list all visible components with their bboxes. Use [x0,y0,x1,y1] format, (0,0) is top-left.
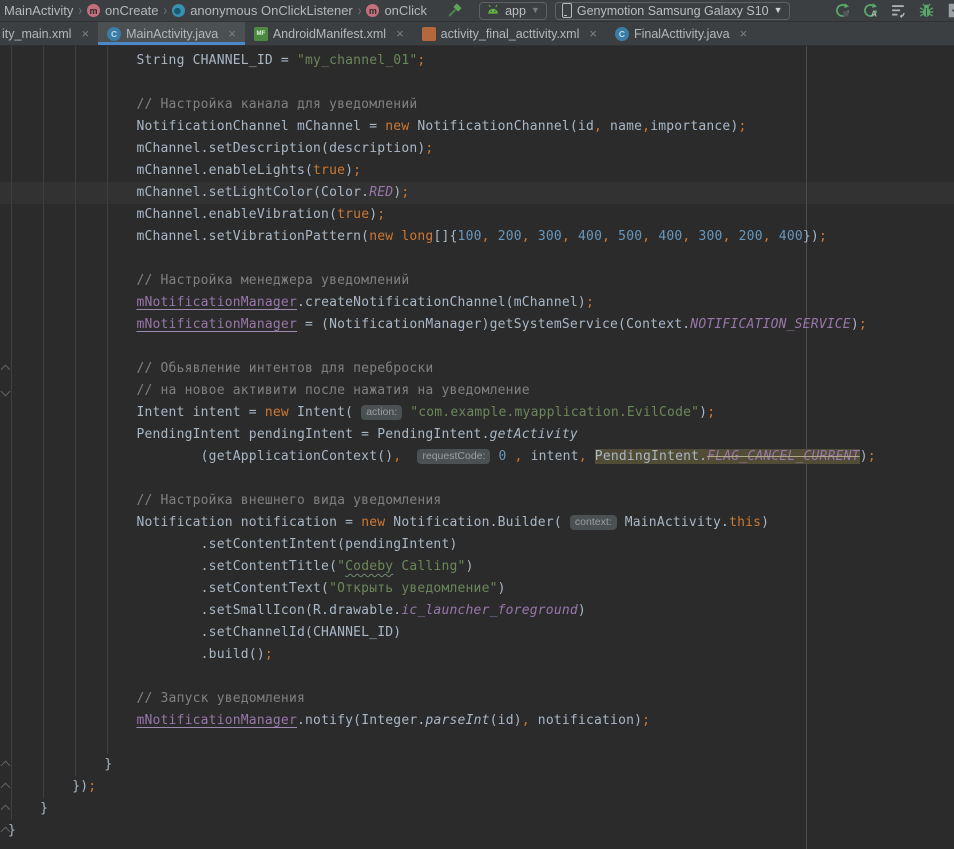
parameter-hint-badge: requestCode: [417,449,490,464]
tab-androidmanifest-xml[interactable]: MF AndroidManifest.xml × [245,22,413,45]
code-line[interactable]: NotificationChannel mChannel = new Notif… [8,116,954,138]
code-line[interactable]: // Настройка канала для уведомлений [8,94,954,116]
main-toolbar: MainActivity › m onCreate › anonymous OnClick… [0,0,954,22]
code-line[interactable] [8,248,954,270]
svg-text:A: A [871,8,877,18]
code-line[interactable]: mNotificationManager.notify(Integer.pars… [8,710,954,732]
tab-mainactivity-java[interactable]: C MainActivity.java × [98,22,245,45]
code-line[interactable] [8,732,954,754]
code-line[interactable]: PendingIntent pendingIntent = PendingInt… [8,424,954,446]
chevron-down-icon: ▼ [531,6,540,15]
breadcrumb-separator: › [78,3,82,19]
code-line[interactable]: } [8,754,954,776]
chevron-down-icon: ▼ [774,6,783,15]
code-line[interactable]: mNotificationManager = (NotificationMana… [8,314,954,336]
code-line[interactable]: String CHANNEL_ID = "my_channel_01"; [8,50,954,72]
module-selector-label: app [505,4,526,18]
editor-tabs: ity_main.xml × C MainActivity.java × MF Androi… [0,22,954,46]
code-line[interactable]: mChannel.setVibrationPattern(new long[]{… [8,226,954,248]
code-line[interactable]: // Запуск уведомления [8,688,954,710]
android-icon [486,3,500,18]
build-hammer-icon[interactable] [445,2,463,20]
close-tab-icon[interactable]: × [81,27,89,40]
breadcrumb-item[interactable]: onCreate [105,3,158,18]
breadcrumb-item[interactable]: MainActivity [4,3,73,18]
run-actions: A [834,2,954,19]
code-line[interactable]: .setContentText("Открыть уведомление") [8,578,954,600]
code-line[interactable]: } [8,798,954,820]
attach-debugger-icon[interactable] [946,2,954,19]
code-line[interactable]: } [8,820,954,842]
parameter-hint-badge: action: [361,405,402,420]
code-line[interactable]: mChannel.setLightColor(Color.RED); [8,182,954,204]
anonymous-class-icon [172,4,185,17]
breadcrumb-item[interactable]: anonymous OnClickListener [190,3,353,18]
class-file-icon: C [107,27,121,41]
code-line[interactable] [8,468,954,490]
code-line[interactable]: // Обьявление интентов для переброски [8,358,954,380]
code-line[interactable]: mChannel.enableLights(true); [8,160,954,182]
debug-icon[interactable] [918,2,935,19]
android-studio-window: { "toolbar": { "breadcrumbs": [ {"label"… [0,0,954,849]
code-line[interactable]: Intent intent = new Intent( action: "com… [8,402,954,424]
tab-label: AndroidManifest.xml [273,27,386,41]
manifest-file-icon: MF [254,27,268,41]
apply-changes-restart-icon[interactable] [834,2,851,19]
breadcrumb-item[interactable]: onClick [384,3,427,18]
apply-code-changes-icon[interactable]: A [862,2,879,19]
code-line[interactable] [8,72,954,94]
code-line[interactable]: mNotificationManager.createNotificationC… [8,292,954,314]
code-line[interactable]: .build(); [8,644,954,666]
code-line[interactable]: }); [8,776,954,798]
class-file-icon: C [615,27,629,41]
code-line[interactable]: mChannel.setDescription(description); [8,138,954,160]
code-line[interactable] [8,666,954,688]
code-line[interactable]: // на новое активити после нажатия на ув… [8,380,954,402]
close-tab-icon[interactable]: × [589,27,597,40]
method-icon: m [366,4,379,17]
tab-label: ity_main.xml [2,27,71,41]
breadcrumb-separator: › [164,3,168,19]
tab-label: FinalActtivity.java [634,27,730,41]
breadcrumb: MainActivity › m onCreate › anonymous OnClick… [4,3,427,18]
code-line[interactable] [8,336,954,358]
device-selector-label: Genymotion Samsung Galaxy S10 [577,4,769,18]
tab-label: activity_final_acttivity.xml [441,27,580,41]
phone-icon [562,3,572,18]
device-selector[interactable]: Genymotion Samsung Galaxy S10 ▼ [555,2,790,20]
code-line[interactable]: // Настройка внешнего вида уведомления [8,490,954,512]
method-icon: m [87,4,100,17]
tab-activity-final-acttivity-xml[interactable]: activity_final_acttivity.xml × [413,22,606,45]
parameter-hint-badge: context: [570,515,617,530]
tab-finalacttivity-java[interactable]: C FinalActtivity.java × [606,22,756,45]
xml-layout-file-icon [422,27,436,41]
tab-ity-main-xml[interactable]: ity_main.xml × [0,22,98,45]
breadcrumb-separator: › [358,3,362,19]
module-selector[interactable]: app ▼ [479,2,547,20]
close-tab-icon[interactable]: × [740,27,748,40]
tab-label: MainActivity.java [126,27,218,41]
close-tab-icon[interactable]: × [228,27,236,40]
profiler-icon[interactable] [890,2,907,19]
editor[interactable]: String CHANNEL_ID = "my_channel_01"; // … [0,46,954,849]
code-line[interactable]: mChannel.enableVibration(true); [8,204,954,226]
code-line[interactable]: .setSmallIcon(R.drawable.ic_launcher_for… [8,600,954,622]
code-line[interactable]: Notification notification = new Notifica… [8,512,954,534]
code-line[interactable]: .setContentTitle("Codeby Calling") [8,556,954,578]
close-tab-icon[interactable]: × [396,27,404,40]
code-area: String CHANNEL_ID = "my_channel_01"; // … [8,50,954,842]
code-line[interactable]: // Настройка менеджера уведомлений [8,270,954,292]
code-line[interactable]: .setChannelId(CHANNEL_ID) [8,622,954,644]
code-line[interactable]: .setContentIntent(pendingIntent) [8,534,954,556]
code-line[interactable]: (getApplicationContext(), requestCode: 0… [8,446,954,468]
